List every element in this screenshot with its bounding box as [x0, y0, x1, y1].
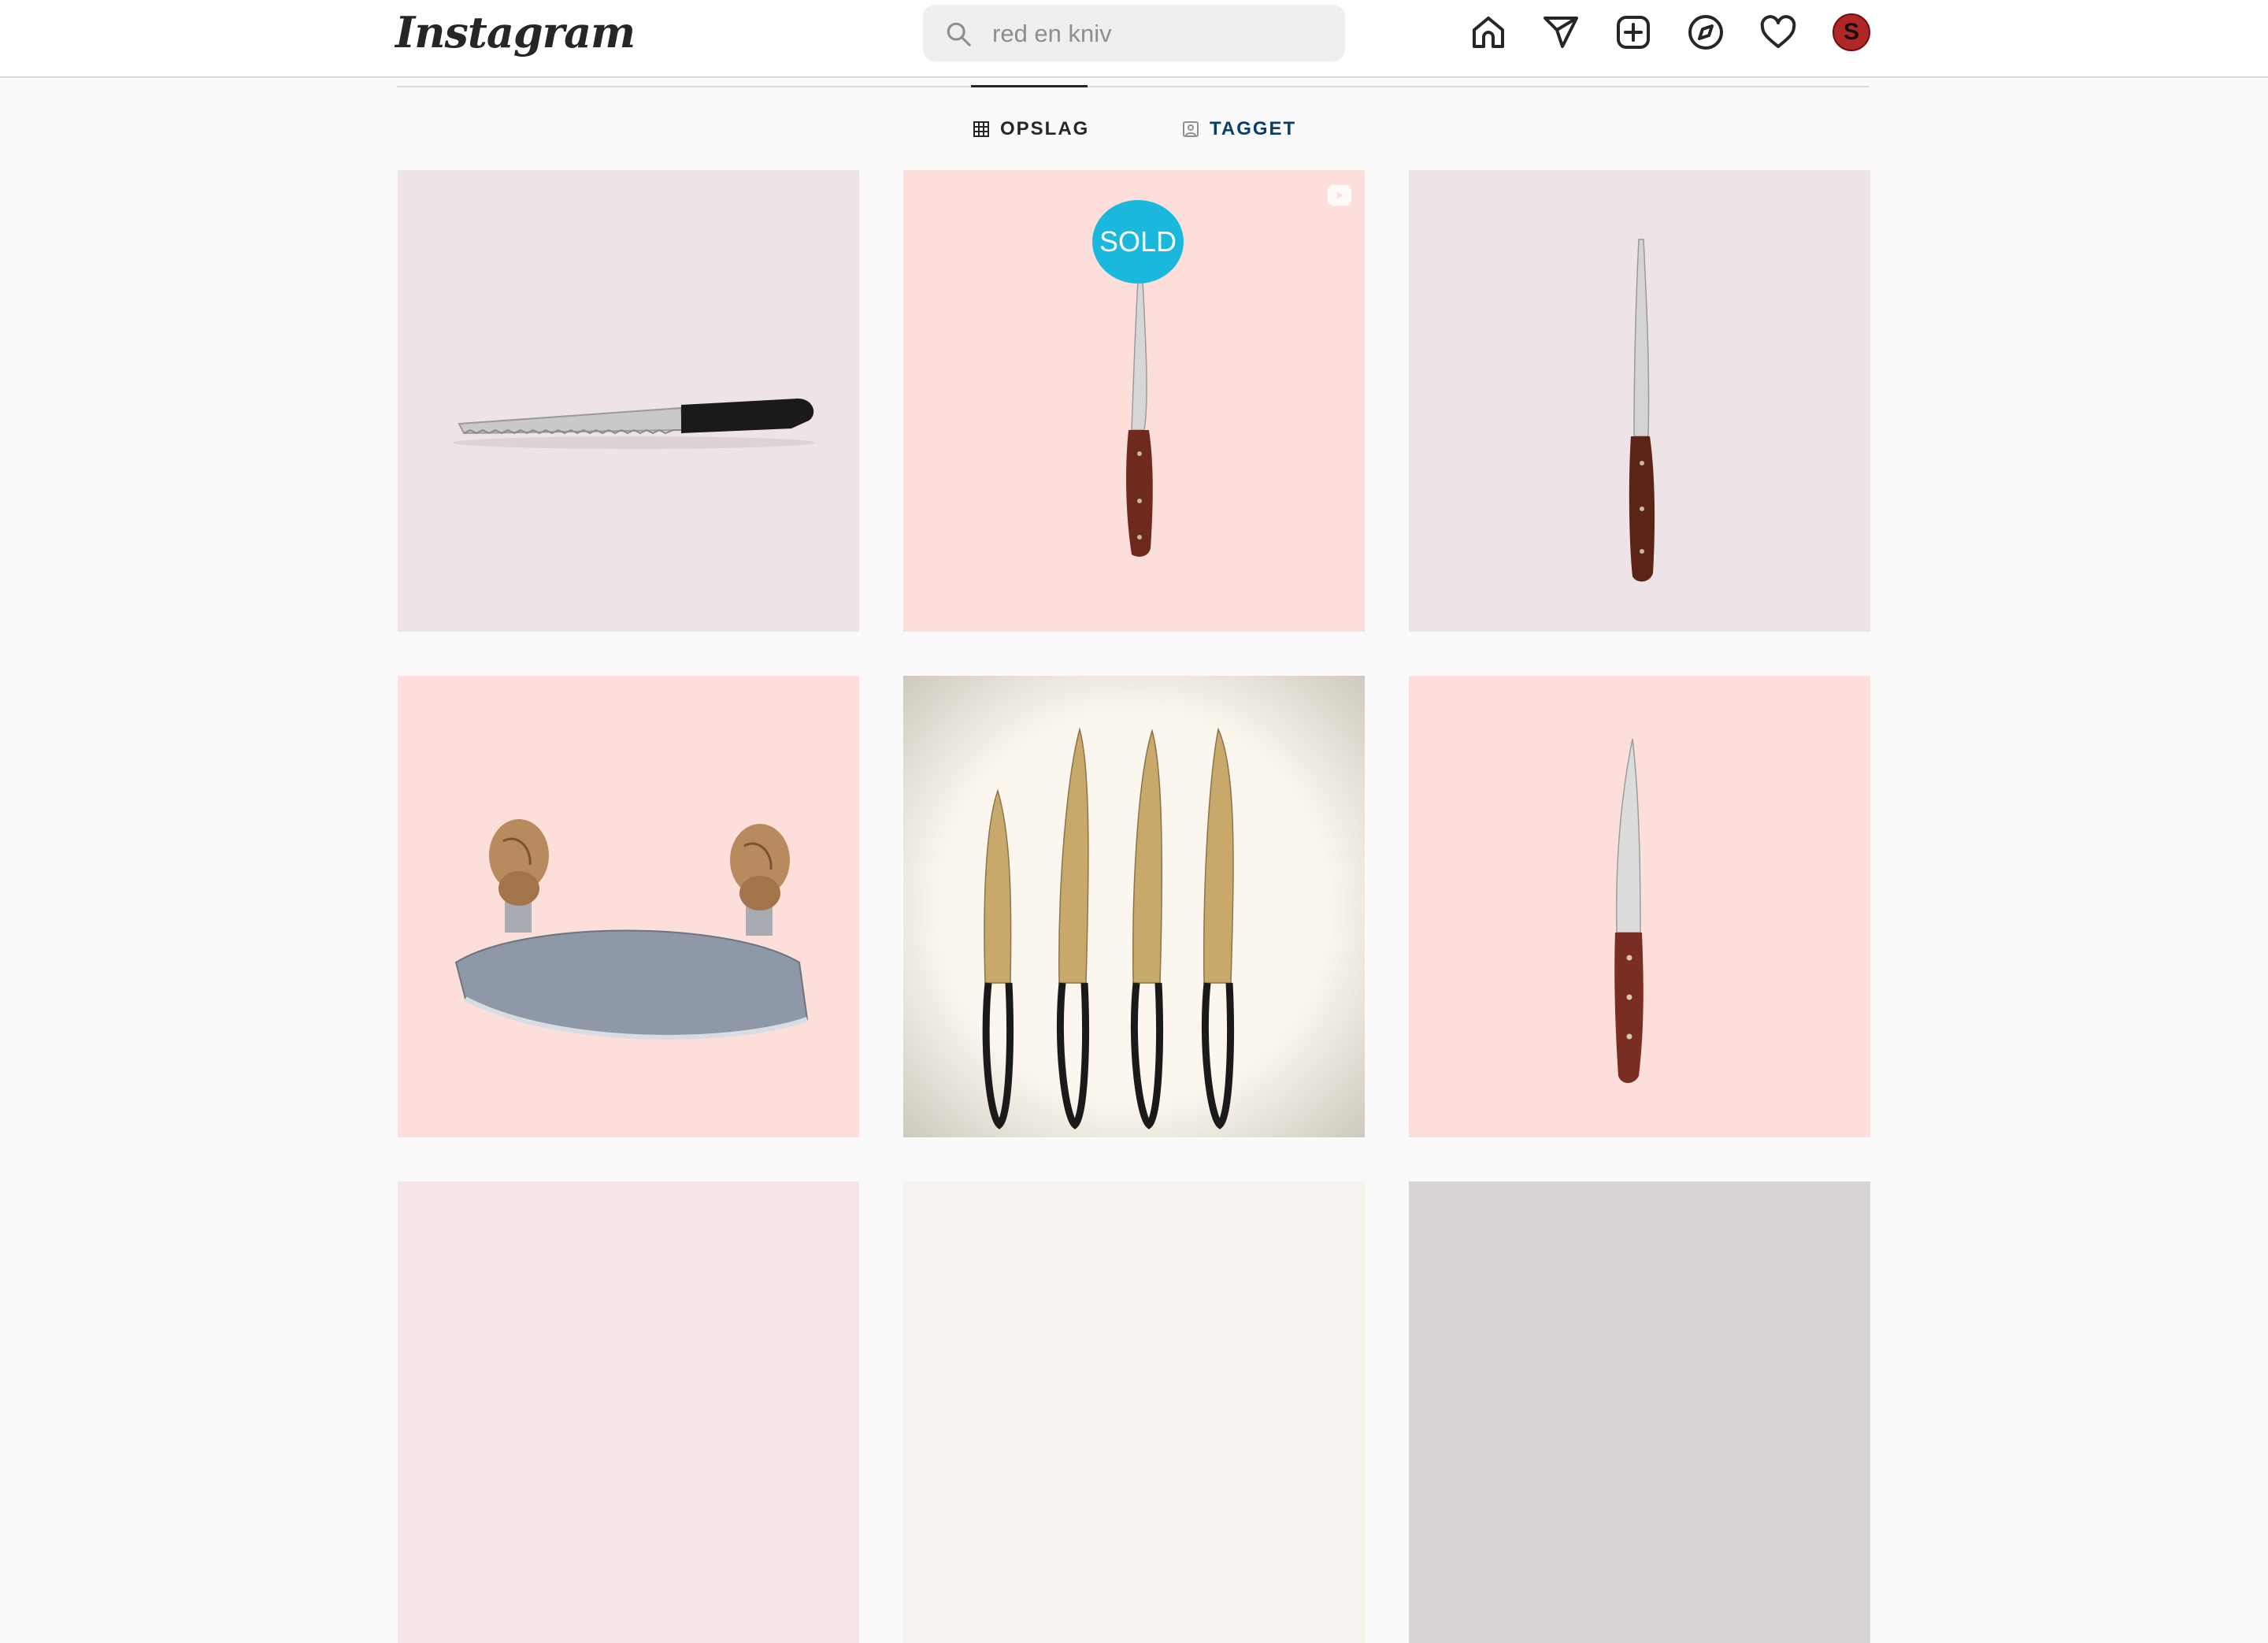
search-icon	[947, 22, 971, 46]
tab-tagged[interactable]: TAGGET	[1181, 115, 1296, 143]
direct-message-icon[interactable]	[1541, 13, 1581, 52]
fillet-knife-image	[1629, 239, 1655, 582]
bread-knife-image	[453, 399, 815, 449]
new-post-icon[interactable]	[1614, 13, 1653, 52]
profile-avatar[interactable]: S	[1833, 13, 1870, 51]
post-tile[interactable]	[398, 170, 859, 632]
post-tile[interactable]	[398, 1181, 859, 1643]
tab-tagged-label: TAGGET	[1210, 118, 1297, 139]
tab-posts[interactable]: OPSLAG	[972, 115, 1089, 143]
sold-badge: SOLD	[1092, 200, 1184, 284]
tagged-icon	[1183, 121, 1199, 137]
post-tile[interactable]	[398, 676, 859, 1137]
utility-knife-image	[1614, 738, 1644, 1083]
tab-posts-label: OPSLAG	[1000, 118, 1090, 139]
post-tile[interactable]: SOLD	[903, 170, 1365, 632]
post-tile[interactable]	[1409, 676, 1870, 1137]
search-input[interactable]	[991, 5, 1325, 63]
tabs-divider	[397, 86, 1870, 87]
posts-grid: SOLD	[398, 170, 1870, 1643]
mezzaluna-image	[454, 819, 809, 1040]
post-tile[interactable]	[903, 1181, 1365, 1643]
post-tile[interactable]	[1409, 1181, 1870, 1643]
active-tab-indicator	[971, 85, 1088, 87]
top-navigation-bar: Instagram S	[0, 0, 2268, 78]
post-tile[interactable]	[903, 676, 1365, 1137]
reel-icon	[1328, 184, 1351, 206]
four-knives-image	[903, 676, 1365, 1137]
post-tile[interactable]	[1409, 170, 1870, 632]
grid-icon	[973, 121, 989, 137]
search-box[interactable]	[923, 5, 1345, 63]
explore-icon[interactable]	[1686, 13, 1725, 52]
home-icon[interactable]	[1469, 13, 1508, 52]
instagram-logo[interactable]: Instagram	[395, 5, 636, 60]
activity-heart-icon[interactable]	[1758, 13, 1798, 52]
